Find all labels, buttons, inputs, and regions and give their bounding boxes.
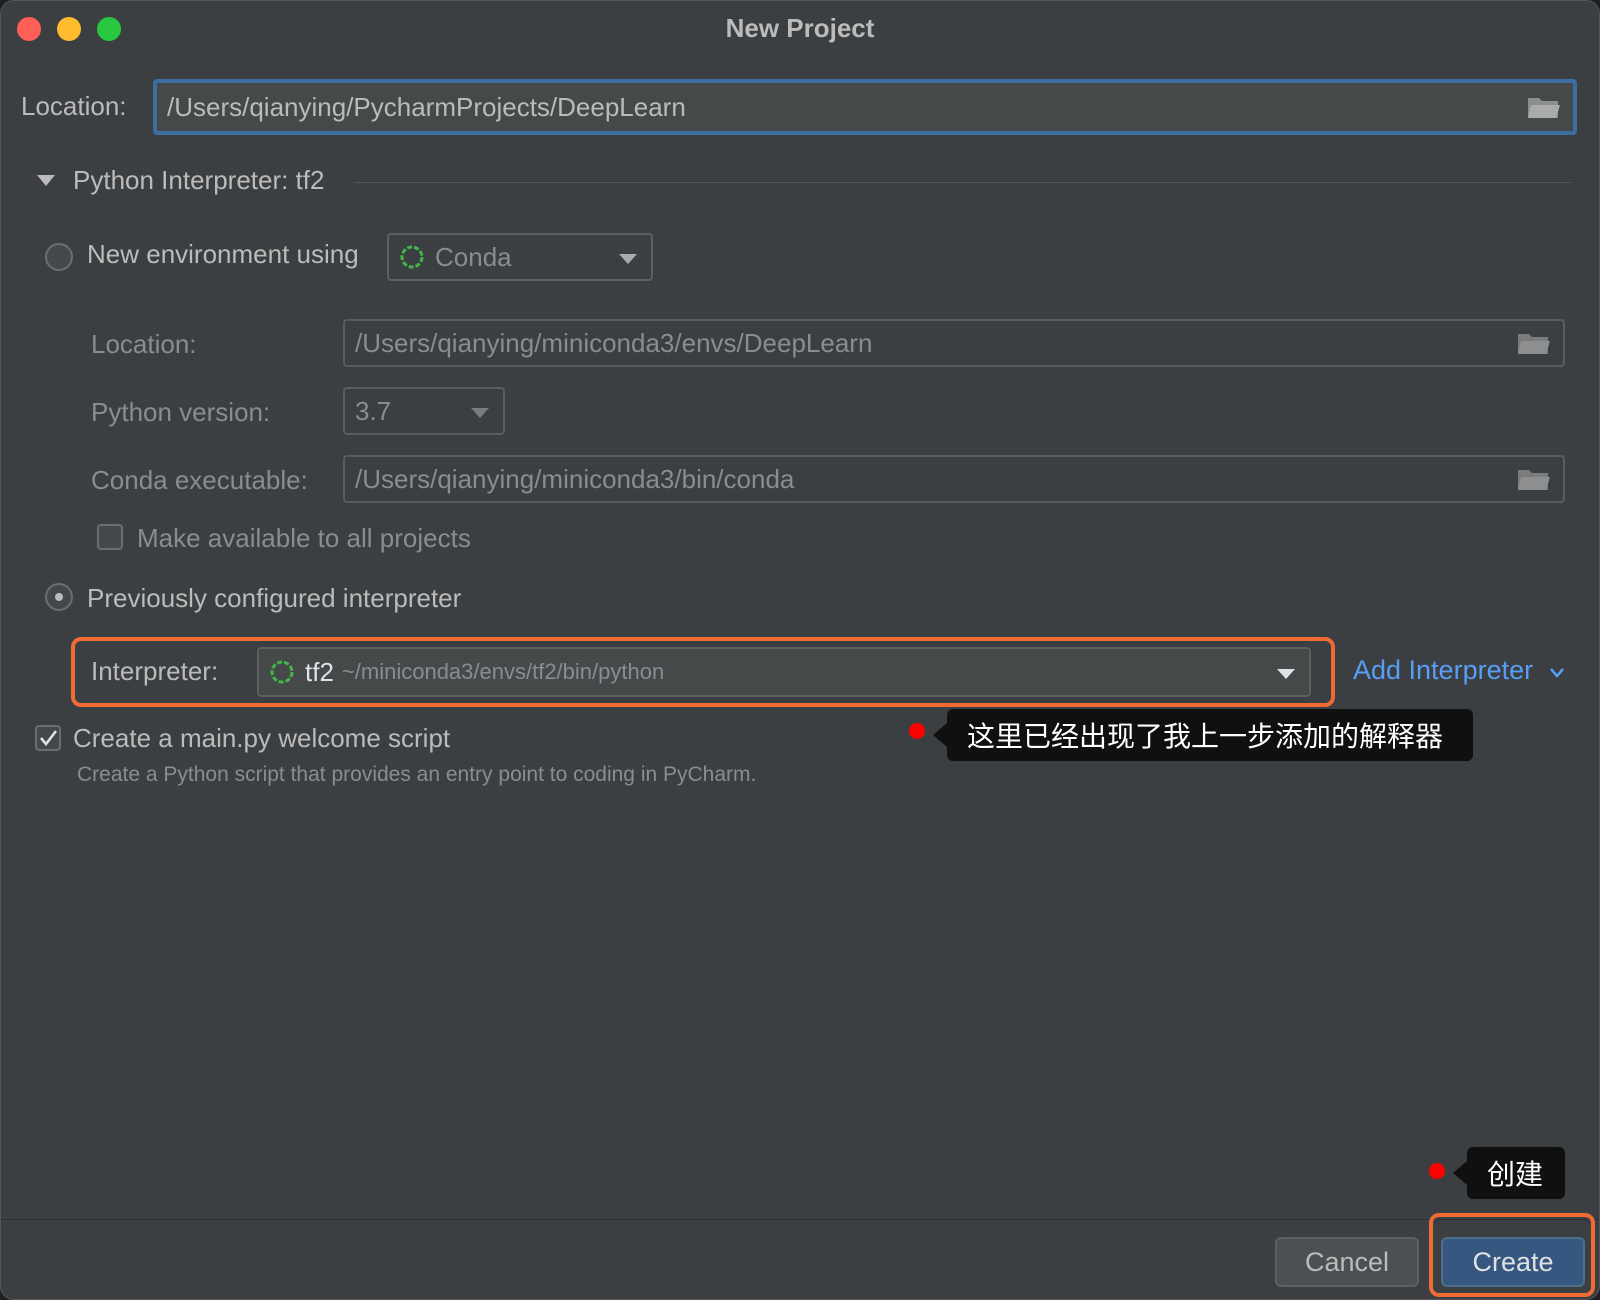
previous-interpreter-radio[interactable] xyxy=(45,583,73,611)
conda-executable-label: Conda executable: xyxy=(91,465,308,495)
chevron-down-icon xyxy=(619,254,637,264)
environment-tool-value: Conda xyxy=(435,241,512,272)
welcome-script-checkbox[interactable] xyxy=(35,725,61,751)
interpreter-annotation-tooltip: 这里已经出现了我上一步添加的解释器 xyxy=(947,709,1473,761)
welcome-script-label: Create a main.py welcome script xyxy=(73,723,451,753)
env-location-field[interactable]: /Users/qianying/miniconda3/envs/DeepLear… xyxy=(343,319,1565,367)
previous-interpreter-label: Previously configured interpreter xyxy=(87,583,462,613)
create-button[interactable]: Create xyxy=(1441,1237,1585,1287)
python-version-value: 3.7 xyxy=(355,395,392,426)
chevron-down-icon xyxy=(471,408,489,418)
new-environment-radio[interactable] xyxy=(45,243,73,271)
cancel-button[interactable]: Cancel xyxy=(1275,1237,1419,1287)
folder-icon[interactable] xyxy=(1527,94,1561,120)
folder-icon[interactable] xyxy=(1517,330,1551,356)
section-divider xyxy=(355,182,1571,183)
footer-divider xyxy=(1,1219,1599,1220)
python-version-select[interactable]: 3.7 xyxy=(343,387,505,435)
create-annotation-tooltip: 创建 xyxy=(1467,1147,1565,1199)
project-location-field[interactable]: /Users/qianying/PycharmProjects/DeepLear… xyxy=(153,79,1577,135)
annotation-dot xyxy=(909,723,925,739)
title-bar: New Project xyxy=(1,1,1599,55)
add-interpreter-label: Add Interpreter xyxy=(1353,655,1534,685)
make-available-label: Make available to all projects xyxy=(137,523,471,553)
add-interpreter-link[interactable]: Add Interpreter xyxy=(1353,655,1565,686)
interpreter-annotation-text: 这里已经出现了我上一步添加的解释器 xyxy=(967,720,1444,753)
conda-icon xyxy=(270,660,294,684)
annotation-dot xyxy=(1429,1163,1445,1179)
folder-icon[interactable] xyxy=(1517,466,1551,492)
env-location-value: /Users/qianying/miniconda3/envs/DeepLear… xyxy=(355,327,873,358)
welcome-script-description: Create a Python script that provides an … xyxy=(77,763,757,786)
interpreter-select[interactable]: tf2 ~/miniconda3/envs/tf2/bin/python xyxy=(257,647,1311,697)
make-available-checkbox[interactable] xyxy=(97,524,123,550)
project-location-label: Location: xyxy=(21,91,127,121)
interpreter-label: Interpreter: xyxy=(91,656,219,686)
interpreter-path: ~/miniconda3/envs/tf2/bin/python xyxy=(341,659,665,684)
conda-executable-field[interactable]: /Users/qianying/miniconda3/bin/conda xyxy=(343,455,1565,503)
interpreter-section-title[interactable]: Python Interpreter: tf2 xyxy=(73,165,324,196)
triangle-down-icon[interactable] xyxy=(37,175,55,187)
chevron-down-icon xyxy=(1549,668,1564,678)
python-version-label: Python version: xyxy=(91,397,271,427)
checkmark-icon xyxy=(40,730,58,747)
project-location-value: /Users/qianying/PycharmProjects/DeepLear… xyxy=(167,91,686,122)
conda-executable-value: /Users/qianying/miniconda3/bin/conda xyxy=(355,463,795,494)
conda-icon xyxy=(400,245,424,269)
env-location-label: Location: xyxy=(91,329,197,359)
create-annotation-text: 创建 xyxy=(1487,1158,1544,1191)
environment-tool-select[interactable]: Conda xyxy=(387,233,653,281)
interpreter-name: tf2 xyxy=(305,656,334,687)
chevron-down-icon xyxy=(1277,669,1295,679)
new-project-dialog: New Project Location: /Users/qianying/Py… xyxy=(0,0,1600,1300)
window-title: New Project xyxy=(725,13,875,43)
new-environment-label: New environment using xyxy=(87,239,359,269)
